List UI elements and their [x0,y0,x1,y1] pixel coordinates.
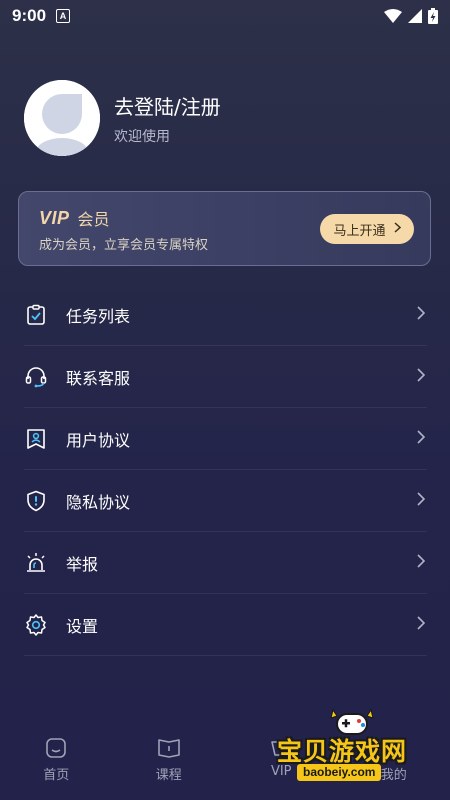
status-bar: 9:00 A [0,0,450,32]
settings-menu: 任务列表 联系客服 用户协议 隐私协议 举报 设置 [24,284,427,656]
welcome-text: 欢迎使用 [114,128,170,145]
vip-open-button[interactable]: 马上开通 [320,214,414,244]
chevron-right-icon [417,429,426,448]
home-icon [46,738,67,758]
vip-open-button-label: 马上开通 [333,223,386,239]
vip-description: 成为会员，立享会员专属特权 [39,238,209,253]
wifi-icon [384,9,402,23]
chevron-right-icon [417,553,426,572]
watermark: 宝贝游戏网 baobeiy.com [275,706,425,784]
status-time: 9:00 [12,6,47,25]
chevron-right-icon [417,305,426,324]
book-icon [157,739,180,758]
nav-label: 首页 [43,768,70,783]
login-register-link[interactable]: 去登陆/注册 [114,91,221,120]
watermark-text: 宝贝游戏网 [277,737,408,766]
user-agreement-icon [24,427,48,451]
menu-item-privacy-policy[interactable]: 隐私协议 [24,470,427,532]
privacy-shield-icon [24,489,48,513]
battery-charging-icon [428,8,438,24]
signal-icon [408,9,422,23]
avatar[interactable] [24,80,100,156]
menu-item-label: 隐私协议 [66,492,131,512]
task-list-icon [24,303,48,327]
menu-item-label: 用户协议 [66,430,131,450]
chevron-right-icon [417,367,426,386]
menu-item-label: 任务列表 [66,306,131,326]
chevron-right-icon [417,615,426,634]
nav-label: 课程 [155,768,182,783]
chevron-right-icon [393,221,401,237]
menu-item-contact-support[interactable]: 联系客服 [24,346,427,408]
vip-card[interactable]: VIP 会员 成为会员，立享会员专属特权 马上开通 [18,191,431,266]
chevron-right-icon [417,491,426,510]
menu-item-label: 举报 [66,554,99,574]
default-avatar-icon [24,80,100,156]
gear-icon [24,613,48,637]
alarm-siren-icon [24,551,48,575]
vip-title: 会员 [77,210,110,229]
menu-item-report[interactable]: 举报 [24,532,427,594]
status-indicators [384,8,438,24]
menu-item-label: 联系客服 [66,368,131,388]
nav-home[interactable]: 首页 [0,728,113,800]
nav-courses[interactable]: 课程 [113,728,226,800]
menu-item-user-agreement[interactable]: 用户协议 [24,408,427,470]
profile-header[interactable]: 去登陆/注册 欢迎使用 [24,80,221,156]
menu-item-settings[interactable]: 设置 [24,594,427,656]
watermark-url: baobeiy.com [297,764,382,781]
menu-item-task-list[interactable]: 任务列表 [24,284,427,346]
vip-logo: VIP [39,207,70,228]
headset-icon [24,365,48,389]
menu-item-label: 设置 [66,616,99,636]
notification-icon: A [56,9,71,23]
